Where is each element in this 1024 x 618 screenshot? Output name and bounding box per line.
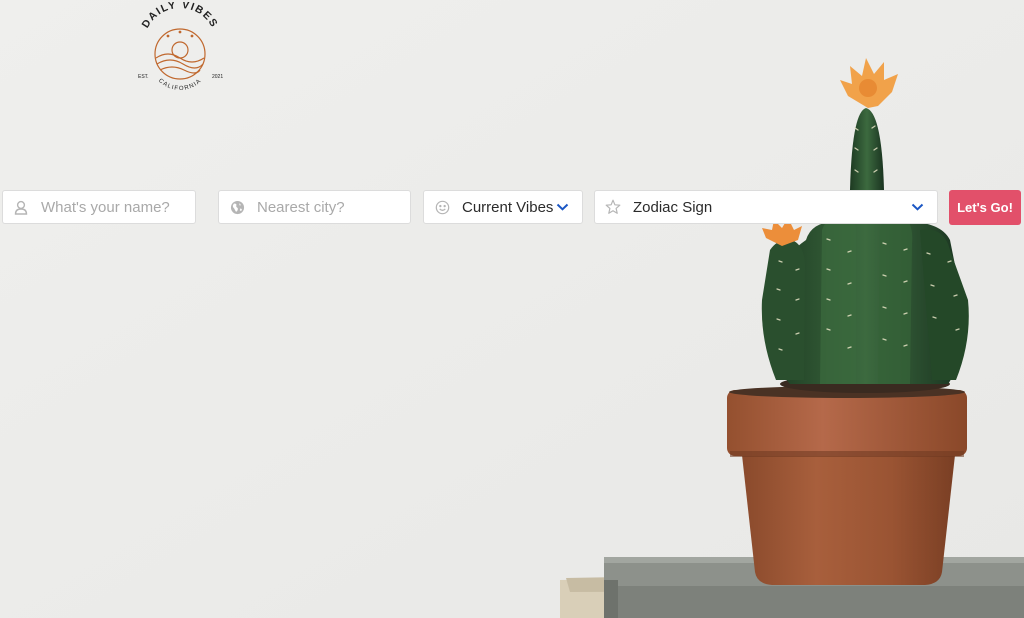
logo-year: 2021	[212, 74, 223, 80]
vibes-select-value: Current Vibes	[462, 198, 554, 216]
logo-brand-name: DAILY VIBES	[140, 0, 219, 30]
star-icon	[605, 199, 621, 215]
sun-emblem-icon	[154, 28, 206, 80]
person-icon	[13, 199, 29, 215]
city-input[interactable]	[257, 198, 407, 216]
globe-icon	[229, 199, 245, 215]
chevron-down-icon	[556, 202, 570, 212]
flower-pot	[727, 386, 967, 585]
smiley-icon	[434, 199, 450, 215]
hero-background-image	[0, 0, 1024, 618]
zodiac-select-value: Zodiac Sign	[633, 198, 713, 216]
logo-est: EST.	[138, 74, 149, 80]
logo-location: CALIFORNIA	[157, 78, 202, 92]
name-input[interactable]	[41, 198, 191, 216]
daily-vibes-logo[interactable]: DAILY VIBES CALIFORNIA EST. 2021	[128, 0, 232, 92]
chevron-down-icon	[911, 202, 925, 212]
name-field[interactable]	[2, 190, 196, 224]
vibes-select[interactable]: Current Vibes	[423, 190, 583, 224]
city-field[interactable]	[218, 190, 411, 224]
lets-go-button[interactable]: Let's Go!	[949, 190, 1021, 225]
svg-text:CALIFORNIA: CALIFORNIA	[157, 78, 203, 92]
zodiac-select[interactable]: Zodiac Sign	[594, 190, 938, 224]
svg-text:DAILY VIBES: DAILY VIBES	[140, 2, 221, 30]
